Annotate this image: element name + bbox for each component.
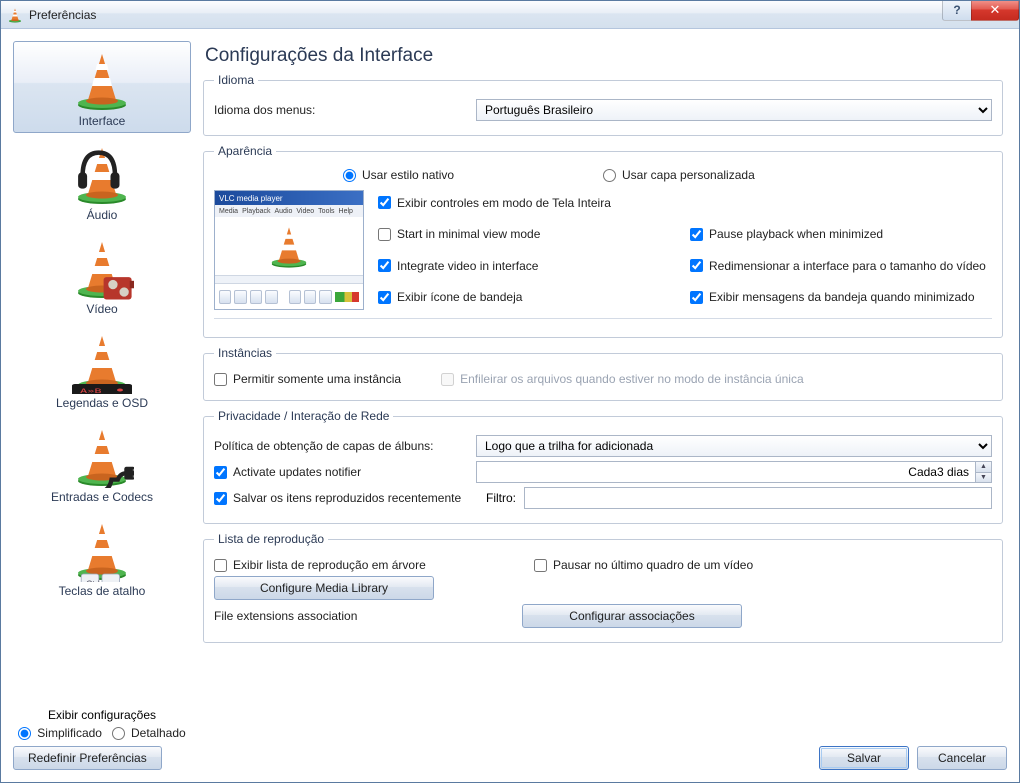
minimal-view-check[interactable]: Start in minimal view mode (378, 222, 680, 248)
updates-notifier-check[interactable]: Activate updates notifier (214, 465, 468, 479)
pause-last-frame-check[interactable]: Pausar no último quadro de um vídeo (534, 558, 753, 572)
preview-thumbnail: VLC media player MediaPlaybackAudioVideo… (214, 190, 364, 310)
updates-interval-spinner[interactable]: ▲▼ (476, 461, 992, 483)
show-settings-label: Exibir configurações (13, 708, 191, 722)
resize-interface-check[interactable]: Redimensionar a interface para o tamanho… (690, 253, 992, 279)
menu-language-label: Idioma dos menus: (214, 103, 468, 117)
file-ext-label: File extensions association (214, 609, 514, 623)
interface-icon (70, 48, 134, 112)
window-title: Preferências (29, 8, 943, 22)
integrate-video-check[interactable]: Integrate video in interface (378, 253, 680, 279)
subtitles-icon (70, 330, 134, 394)
lista-group: Lista de reprodução Exibir lista de repr… (203, 532, 1003, 643)
mode-simple-radio[interactable]: Simplificado (18, 726, 102, 740)
filter-input[interactable] (524, 487, 992, 509)
custom-skin-radio[interactable]: Usar capa personalizada (603, 168, 863, 182)
sidebar-item-subtitles[interactable]: Legendas e OSD (13, 323, 191, 415)
reset-button[interactable]: Redefinir Preferências (13, 746, 162, 770)
sidebar: Interface Áudio Vídeo Legendas e OSD Ent… (13, 41, 191, 740)
app-icon (7, 7, 23, 23)
album-policy-label: Política de obtenção de capas de álbuns: (214, 439, 468, 453)
sidebar-item-interface[interactable]: Interface (13, 41, 191, 133)
configure-media-library-button[interactable]: Configure Media Library (214, 576, 434, 600)
menu-language-select[interactable]: Português Brasileiro (476, 99, 992, 121)
instancias-group: Instâncias Permitir somente uma instânci… (203, 346, 1003, 401)
mode-detailed-radio[interactable]: Detalhado (112, 726, 186, 740)
aparencia-group: Aparência Usar estilo nativo Usar capa p… (203, 144, 1003, 338)
video-icon (70, 236, 134, 300)
footer: Redefinir Preferências Salvar Cancelar (1, 740, 1019, 782)
help-button[interactable]: ? (942, 1, 972, 21)
save-recent-check[interactable]: Salvar os itens reproduzidos recentement… (214, 491, 468, 505)
hotkeys-icon (70, 518, 134, 582)
filter-label: Filtro: (476, 491, 516, 505)
close-button[interactable]: ✕ (971, 1, 1019, 21)
sidebar-item-video[interactable]: Vídeo (13, 229, 191, 321)
privacidade-group: Privacidade / Interação de Rede Política… (203, 409, 1003, 524)
page-title: Configurações da Interface (205, 45, 1007, 67)
spin-down[interactable]: ▼ (975, 473, 991, 483)
sidebar-item-codecs[interactable]: Entradas e Codecs (13, 417, 191, 509)
idioma-group: Idioma Idioma dos menus: Português Brasi… (203, 73, 1003, 136)
enqueue-check: Enfileirar os arquivos quando estiver no… (441, 372, 804, 386)
tray-icon-check[interactable]: Exibir ícone de bandeja (378, 285, 680, 311)
sidebar-item-hotkeys[interactable]: Teclas de atalho (13, 511, 191, 603)
single-instance-check[interactable]: Permitir somente uma instância (214, 372, 401, 386)
pause-minimized-check[interactable]: Pause playback when minimized (690, 222, 992, 248)
codecs-icon (70, 424, 134, 488)
configure-associations-button[interactable]: Configurar associações (522, 604, 742, 628)
fullscreen-controls-check[interactable]: Exibir controles em modo de Tela Inteira (378, 190, 680, 216)
save-button[interactable]: Salvar (819, 746, 909, 770)
native-style-radio[interactable]: Usar estilo nativo (343, 168, 603, 182)
sidebar-item-audio[interactable]: Áudio (13, 135, 191, 227)
tray-messages-check[interactable]: Exibir mensagens da bandeja quando minim… (690, 285, 992, 311)
preferences-window: Preferências ? ✕ Interface Áudio Vídeo (0, 0, 1020, 783)
cancel-button[interactable]: Cancelar (917, 746, 1007, 770)
audio-icon (70, 142, 134, 206)
tree-playlist-check[interactable]: Exibir lista de reprodução em árvore (214, 558, 494, 572)
album-policy-select[interactable]: Logo que a trilha for adicionada (476, 435, 992, 457)
titlebar: Preferências ? ✕ (1, 1, 1019, 29)
spin-up[interactable]: ▲ (975, 462, 991, 473)
